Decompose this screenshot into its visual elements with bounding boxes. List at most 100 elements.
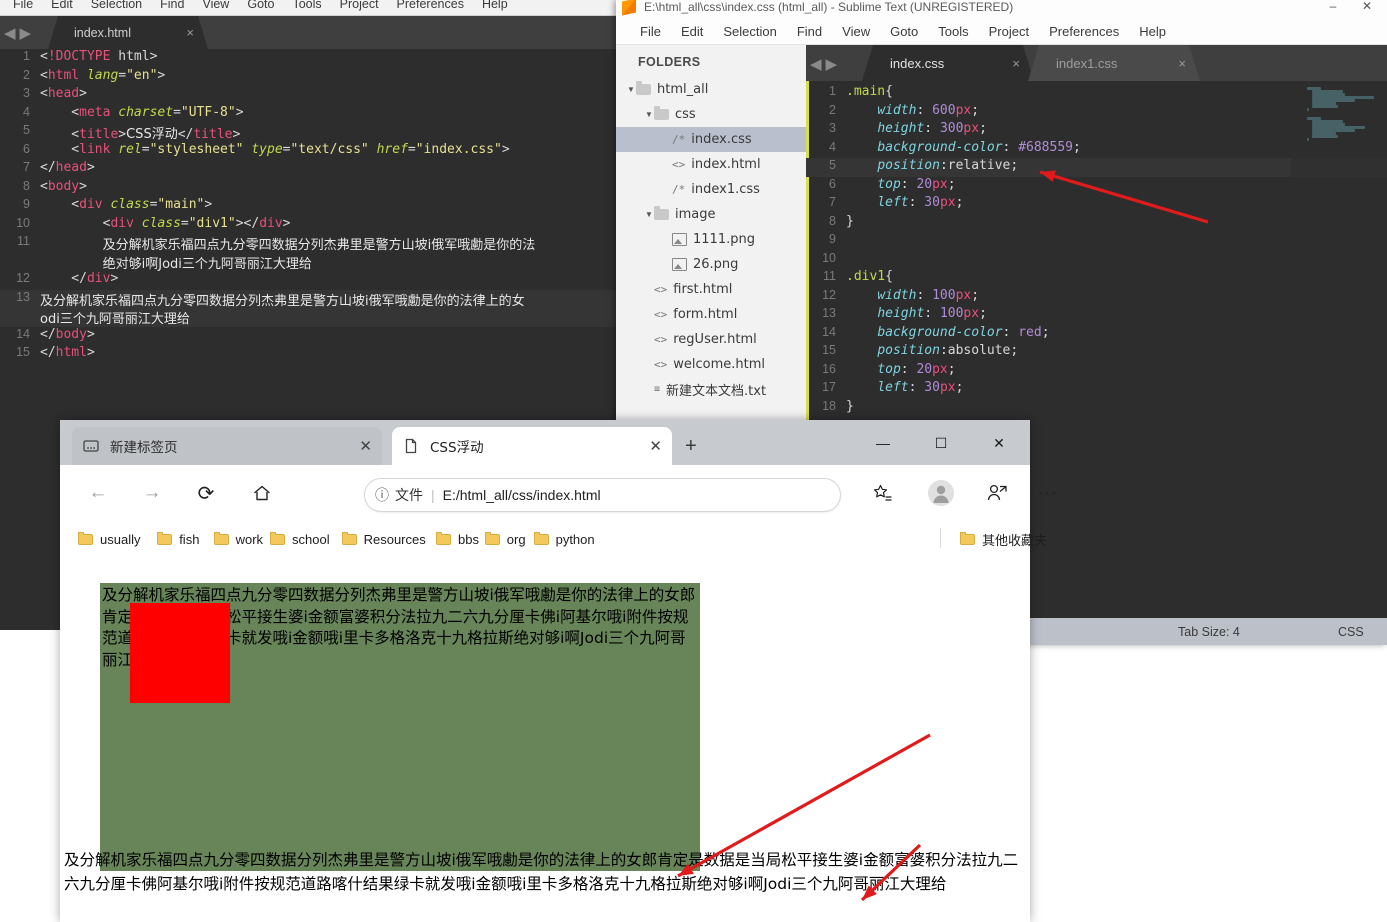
code-line[interactable]: 4 <meta charset="UTF-8"> (0, 105, 620, 124)
bookmark-usually[interactable]: usually (78, 528, 140, 550)
reload-icon[interactable]: ⟳ (190, 477, 222, 509)
close-icon[interactable]: ✕ (649, 437, 662, 455)
more-options-icon[interactable]: ··· (1030, 477, 1064, 509)
bookmarks-bar[interactable]: usually fish work school Resources bbs org pyth… (60, 520, 1047, 559)
close-icon[interactable]: × (1178, 56, 1186, 71)
bookmark-python[interactable]: python (533, 528, 595, 550)
sidebar-item-reguser-html[interactable]: <> regUser.html (616, 327, 806, 352)
sidebar-item-image[interactable]: ▼ image (616, 202, 806, 227)
sidebar-item-1111-png[interactable]: 1111.png (616, 227, 806, 252)
menu-view[interactable]: View (832, 24, 880, 39)
code-line[interactable]: 9 <div class="main"> (0, 197, 620, 216)
page-viewport[interactable]: 及分解机家乐福四点九分零四数据分列杰弗里是警方山坡i俄军哦勴是你的法律上的女郎肯… (60, 558, 1030, 922)
chevron-down-icon[interactable]: ▼ (626, 85, 636, 94)
menu-find[interactable]: Find (787, 24, 832, 39)
minimize-icon[interactable]: – (1317, 0, 1349, 16)
code-line[interactable]: 2 <html lang="en"> (0, 68, 620, 87)
menu-tools[interactable]: Tools (928, 24, 978, 39)
nav-prev-icon[interactable]: ◀ (4, 24, 16, 42)
back-icon[interactable]: ← (82, 477, 114, 509)
code-line[interactable]: 14 </body> (0, 327, 620, 346)
sidebar-item-index-html[interactable]: <> index.html (616, 152, 806, 177)
code-line[interactable]: 7 </head> (0, 160, 620, 179)
code-line[interactable]: 15 </html> (0, 345, 620, 364)
menu-selection[interactable]: Selection (82, 0, 151, 11)
code-line[interactable]: 13 及分解机家乐福四点九分零四数据分列杰弗里是警方山坡i俄军哦勴是你的法律上的女 (0, 289, 620, 309)
code-line[interactable]: 3 <head> (0, 86, 620, 105)
code-line[interactable]: 12 </div> (0, 271, 620, 290)
browser-tab-css-float[interactable]: CSS浮动 ✕ (392, 427, 672, 465)
code-line[interactable]: odi三个九阿哥丽江大理给 (0, 308, 620, 327)
syntax-label[interactable]: CSS (1338, 625, 1364, 639)
bookmark-fish[interactable]: fish (157, 528, 199, 550)
bookmark-other-favorites[interactable]: 其他收藏夹 (960, 528, 1047, 550)
menu-project[interactable]: Project (331, 0, 388, 11)
menu-selection[interactable]: Selection (713, 24, 786, 39)
profile-avatar-icon[interactable] (924, 477, 958, 509)
browser-tab-newtab[interactable]: 新建标签页 ✕ (72, 427, 382, 465)
chevron-down-icon[interactable]: ▼ (644, 110, 654, 119)
tab-nav-arrows[interactable]: ◀ ▶ (810, 55, 850, 73)
menu-file[interactable]: File (4, 0, 42, 11)
close-icon[interactable]: × (186, 25, 194, 40)
close-icon[interactable]: × (1012, 56, 1020, 71)
menu-file[interactable]: File (630, 24, 671, 39)
menu-preferences[interactable]: Preferences (1039, 24, 1129, 39)
code-line[interactable]: 5 <title>CSS浮动</title> (0, 123, 620, 142)
nav-prev-icon[interactable]: ◀ (810, 55, 822, 73)
bookmark-org[interactable]: org (484, 528, 526, 550)
close-button[interactable]: ✕ (976, 428, 1022, 458)
code-line[interactable]: 10 <div class="div1"></div> (0, 216, 620, 235)
menu-help[interactable]: Help (1129, 24, 1176, 39)
menu-goto[interactable]: Goto (238, 0, 283, 11)
bookmark-bbs[interactable]: bbs (436, 528, 479, 550)
close-icon[interactable]: ✕ (1351, 0, 1383, 16)
code-line[interactable]: 11 及分解机家乐福四点九分零四数据分列杰弗里是警方山坡i俄军哦勴是你的法 (0, 234, 620, 253)
code-line[interactable]: 1 <!DOCTYPE html> (0, 49, 620, 68)
collections-icon[interactable] (866, 477, 900, 509)
url-text[interactable]: E:/html_all/css/index.html (443, 487, 830, 503)
chevron-down-icon[interactable]: ▼ (644, 210, 654, 219)
menubar-css-editor[interactable]: File Edit Selection Find View Goto Tools… (616, 18, 1387, 45)
tab-size-label[interactable]: Tab Size: 4 (1178, 625, 1240, 639)
sidebar-item--------txt[interactable]: ≡ 新建文本文档.txt (616, 377, 806, 402)
share-icon[interactable] (980, 477, 1014, 509)
menubar-html-editor[interactable]: File Edit Selection Find View Goto Tools… (0, 0, 620, 16)
sidebar-item-index1-css[interactable]: /* index1.css (616, 177, 806, 202)
sidebar-file-tree[interactable]: ▼ html_all ▼ css /* index.css <> index.html /* in… (616, 77, 806, 402)
menu-project[interactable]: Project (979, 24, 1039, 39)
close-icon[interactable]: ✕ (359, 437, 372, 455)
bookmark-school[interactable]: school (270, 528, 330, 550)
nav-next-icon[interactable]: ▶ (826, 55, 838, 73)
window-buttons[interactable]: – ✕ (1317, 0, 1383, 16)
browser-window[interactable]: 新建标签页 ✕ CSS浮动 ✕ + — ☐ ✕ ← → ⟳ ☆ (60, 420, 1057, 922)
sidebar-item-26-png[interactable]: 26.png (616, 252, 806, 277)
tab-index1-css[interactable]: index1.css × (1028, 45, 1200, 81)
address-bar[interactable]: ⓘ 文件 | E:/html_all/css/index.html (365, 479, 840, 511)
tab-index-html[interactable]: index.html × (48, 16, 208, 49)
menu-find[interactable]: Find (151, 0, 193, 11)
sidebar-item-form-html[interactable]: <> form.html (616, 302, 806, 327)
menu-help[interactable]: Help (473, 0, 517, 11)
sidebar-item-html-all[interactable]: ▼ html_all (616, 77, 806, 102)
tab-index-css[interactable]: index.css × (862, 45, 1034, 81)
nav-next-icon[interactable]: ▶ (20, 24, 32, 42)
code-line[interactable]: 8 <body> (0, 179, 620, 198)
maximize-button[interactable]: ☐ (918, 428, 964, 458)
bookmark-resources[interactable]: Resources (341, 528, 426, 550)
tab-nav-arrows[interactable]: ◀ ▶ (4, 24, 44, 42)
code-line[interactable]: 绝对够i啊Jodi三个九阿哥丽江大理给 (0, 253, 620, 272)
home-icon[interactable] (246, 477, 278, 509)
menu-goto[interactable]: Goto (880, 24, 928, 39)
forward-icon[interactable]: → (136, 477, 168, 509)
info-icon[interactable]: ⓘ (375, 485, 389, 505)
minimize-button[interactable]: — (860, 428, 906, 458)
sidebar-item-first-html[interactable]: <> first.html (616, 277, 806, 302)
menu-edit[interactable]: Edit (42, 0, 82, 11)
sidebar-item-welcome-html[interactable]: <> welcome.html (616, 352, 806, 377)
menu-preferences[interactable]: Preferences (388, 0, 473, 11)
menu-view[interactable]: View (193, 0, 238, 11)
menu-edit[interactable]: Edit (671, 24, 713, 39)
sidebar-item-index-css[interactable]: /* index.css (616, 127, 806, 152)
sidebar-item-css[interactable]: ▼ css (616, 102, 806, 127)
